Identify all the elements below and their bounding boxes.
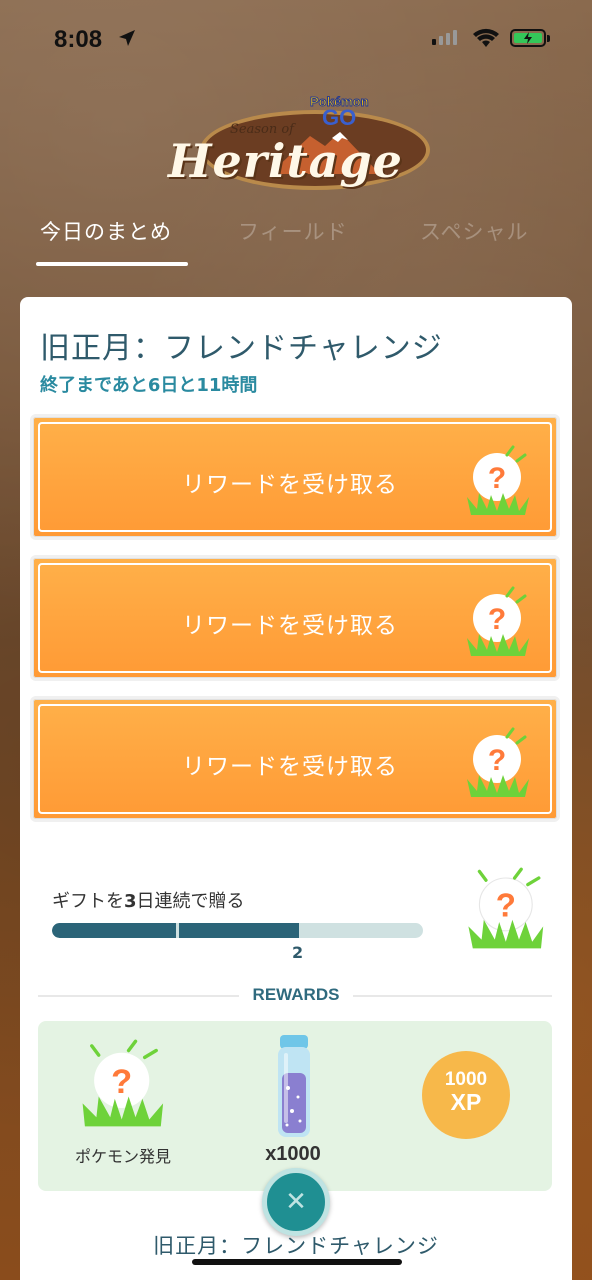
task-progress-value: 2 <box>292 943 304 962</box>
tab-bar: 今日のまとめ フィールド スペシャル <box>0 212 592 268</box>
claim-reward-button[interactable]: リワードを受け取る ? <box>30 555 560 681</box>
stardust-vial-icon <box>272 1033 316 1141</box>
logo-heritage-text: Heritage <box>168 134 403 188</box>
wifi-icon <box>473 28 499 47</box>
battery-charging-icon <box>510 29 550 47</box>
season-of-heritage-logo: Season of Heritage Pokémon GO <box>160 92 440 202</box>
location-arrow-icon <box>119 30 135 46</box>
reward-item-quantity: x1000 <box>265 1143 321 1165</box>
research-card: 旧正月：フレンドチャレンジ 終了まであと6日と11時間 リワードを受け取る ? … <box>20 297 572 1280</box>
bottom-title: 旧正月：フレンドチャレンジ <box>153 1234 439 1258</box>
status-time: 8:08 <box>54 26 103 53</box>
tab-today[interactable]: 今日のまとめ <box>40 216 172 246</box>
active-tab-indicator <box>36 262 188 266</box>
reward-pokemon-label: ポケモン発見 <box>74 1147 171 1166</box>
rewards-panel: ? ポケモン発見 x1000 1000 XP <box>38 1021 552 1191</box>
xp-reward-badge: 1000 XP <box>422 1051 510 1139</box>
svg-text:?: ? <box>496 887 516 924</box>
tab-field[interactable]: フィールド <box>238 216 348 246</box>
close-icon: ✕ <box>285 1187 307 1217</box>
mystery-pokemon-icon: ? <box>459 725 539 809</box>
task-progress-bar <box>52 923 423 938</box>
svg-text:?: ? <box>111 1063 132 1101</box>
time-remaining: 終了まであと6日と11時間 <box>40 375 258 396</box>
mystery-pokemon-icon: ? <box>78 1039 170 1135</box>
mystery-pokemon-icon: ? <box>459 584 539 668</box>
card-title: 旧正月：フレンドチャレンジ <box>40 331 443 366</box>
svg-text:?: ? <box>488 462 506 495</box>
claim-reward-button[interactable]: リワードを受け取る ? <box>30 696 560 822</box>
status-bar: 8:08 <box>0 0 592 80</box>
claim-reward-button[interactable]: リワードを受け取る ? <box>30 414 560 540</box>
svg-text:?: ? <box>488 744 506 777</box>
mystery-pokemon-icon: ? <box>459 443 539 527</box>
tab-special[interactable]: スペシャル <box>420 216 529 246</box>
cellular-signal-icon <box>432 30 457 45</box>
task-description: ギフトを3日連続で贈る <box>52 891 245 912</box>
mystery-pokemon-icon: ? <box>464 867 552 959</box>
pokemon-go-logo: Pokémon GO <box>310 94 370 131</box>
rewards-heading: REWARDS <box>20 985 572 1005</box>
home-indicator[interactable] <box>192 1259 402 1265</box>
close-button[interactable]: ✕ <box>262 1168 330 1236</box>
svg-text:?: ? <box>488 603 506 636</box>
